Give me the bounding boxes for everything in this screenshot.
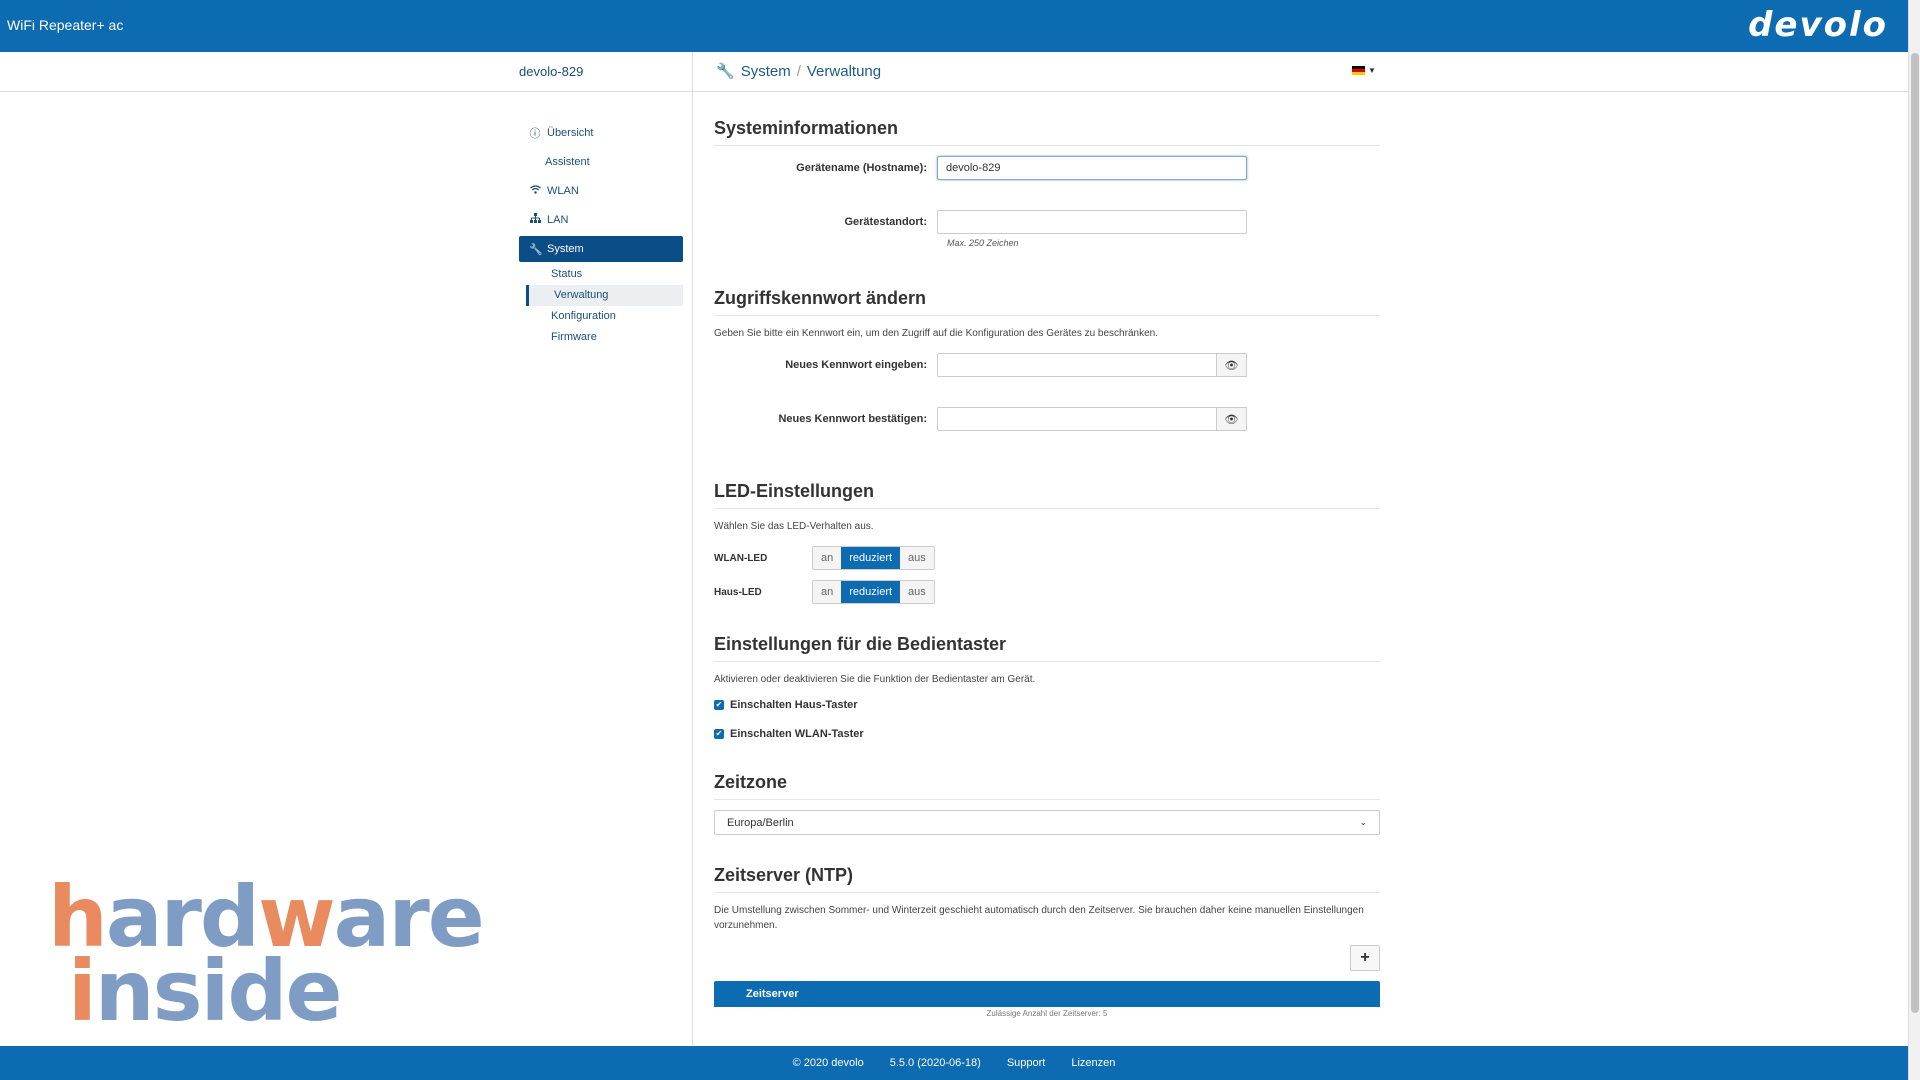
password-description: Geben Sie bitte ein Kennwort ein, um den… <box>714 328 1158 339</box>
devolo-logo[interactable]: devolo <box>1748 5 1888 45</box>
haus-led-label: Haus-LED <box>714 586 762 598</box>
sidebar-subitem-firmware[interactable]: Firmware <box>519 327 683 348</box>
sub-header: devolo-829 🔧 System / Verwaltung ▼ <box>0 52 1908 92</box>
sidebar: ⓘ Übersicht Assistent WLAN LAN 🔧 System … <box>519 118 683 348</box>
sidebar-item-label: System <box>547 243 584 255</box>
footer-licenses-link[interactable]: Lizenzen <box>1071 1057 1115 1069</box>
sidebar-item-assistent[interactable]: Assistent <box>519 147 683 176</box>
sidebar-item-wlan[interactable]: WLAN <box>519 176 683 205</box>
app-title: WiFi Repeater+ ac <box>7 17 124 33</box>
sidebar-divider <box>692 52 693 1046</box>
buttons-title: Einstellungen für die Bedientaster <box>714 634 1380 662</box>
breadcrumb-page: Verwaltung <box>806 62 882 80</box>
led-option-an[interactable]: an <box>813 581 842 603</box>
location-row: Gerätestandort: <box>714 210 1380 234</box>
haus-taster-checkbox[interactable]: ✔ <box>714 700 724 710</box>
location-input[interactable] <box>937 210 1247 234</box>
eye-icon[interactable]: 👁 <box>1217 407 1247 431</box>
wifi-icon <box>529 184 541 197</box>
haus-led-toggle: an reduziert aus <box>812 580 935 604</box>
scrollbar-thumb[interactable] <box>1911 53 1919 1013</box>
new-password-label: Neues Kennwort eingeben: <box>785 359 927 371</box>
timeserver-table-note: Zulässige Anzahl der Zeitserver: 5 <box>986 1009 1108 1018</box>
footer-version: 5.5.0 (2020-06-18) <box>889 1057 981 1069</box>
sidebar-item-label: LAN <box>547 213 569 226</box>
wlan-taster-label: Einschalten WLAN-Taster <box>730 728 864 740</box>
footer-support-link[interactable]: Support <box>1007 1057 1046 1069</box>
sidebar-subitem-status[interactable]: Status <box>519 264 683 285</box>
hostname-input[interactable] <box>937 156 1247 180</box>
sidebar-item-system[interactable]: 🔧 System <box>519 236 683 262</box>
led-option-reduziert[interactable]: reduziert <box>841 547 901 569</box>
device-name: devolo-829 <box>519 64 584 79</box>
main-content: Systeminformationen Gerätename (Hostname… <box>714 92 1380 1021</box>
buttons-description: Aktivieren oder deaktivieren Sie die Fun… <box>714 674 1036 685</box>
footer: © 2020 devolo 5.5.0 (2020-06-18) Support… <box>0 1046 1908 1080</box>
timezone-select[interactable]: Europa/Berlin ⌄ <box>714 810 1380 835</box>
confirm-password-row: Neues Kennwort bestätigen: 👁 <box>714 407 1380 431</box>
hostname-row: Gerätename (Hostname): <box>714 156 1380 180</box>
timeserver-table-header: Zeitserver <box>714 981 1380 1007</box>
haus-led-row: Haus-LED an reduziert aus <box>714 580 1380 604</box>
ntp-description: Die Umstellung zwischen Sommer- und Wint… <box>714 905 1364 931</box>
watermark-logo: hardware inside <box>48 868 485 1040</box>
sidebar-item-label: WLAN <box>547 184 579 197</box>
wlan-taster-checkbox-row: ✔ Einschalten WLAN-Taster <box>714 728 1380 740</box>
chevron-down-icon: ⌄ <box>1359 817 1367 827</box>
add-timeserver-button[interactable]: + <box>1350 945 1380 971</box>
confirm-password-input[interactable] <box>937 407 1217 431</box>
ntp-title: Zeitserver (NTP) <box>714 865 1380 893</box>
wrench-icon: 🔧 <box>716 63 735 80</box>
breadcrumb-section[interactable]: System <box>741 63 791 80</box>
breadcrumb-separator: / <box>796 62 801 80</box>
new-password-row: Neues Kennwort eingeben: 👁 <box>714 353 1380 377</box>
led-option-an[interactable]: an <box>813 547 842 569</box>
sidebar-item-uebersicht[interactable]: ⓘ Übersicht <box>519 118 683 147</box>
timezone-title: Zeitzone <box>714 772 1380 800</box>
wlan-taster-checkbox[interactable]: ✔ <box>714 729 724 739</box>
svg-text:inside: inside <box>68 942 341 1030</box>
eye-icon[interactable]: 👁 <box>1217 353 1247 377</box>
sidebar-subitem-konfiguration[interactable]: Konfiguration <box>519 306 683 327</box>
sidebar-item-lan[interactable]: LAN <box>519 205 683 234</box>
top-bar: WiFi Repeater+ ac devolo <box>0 0 1908 52</box>
wrench-icon: 🔧 <box>529 243 543 256</box>
new-password-input[interactable] <box>937 353 1217 377</box>
german-flag-icon <box>1352 66 1365 75</box>
sidebar-item-label: Assistent <box>545 155 590 168</box>
breadcrumb: 🔧 System / Verwaltung <box>716 62 882 81</box>
led-option-aus[interactable]: aus <box>900 547 934 569</box>
hostname-label: Gerätename (Hostname): <box>796 162 927 174</box>
led-option-aus[interactable]: aus <box>900 581 934 603</box>
network-icon <box>529 213 541 226</box>
sidebar-item-label: Übersicht <box>547 126 594 139</box>
timezone-value: Europa/Berlin <box>727 816 794 829</box>
language-selector[interactable]: ▼ <box>1352 66 1376 75</box>
location-label: Gerätestandort: <box>844 216 927 228</box>
led-option-reduziert[interactable]: reduziert <box>841 581 901 603</box>
footer-copyright: © 2020 devolo <box>792 1057 864 1069</box>
wlan-led-label: WLAN-LED <box>714 552 768 564</box>
sysinfo-title: Systeminformationen <box>714 118 1380 146</box>
wlan-led-toggle: an reduziert aus <box>812 546 935 570</box>
hardware-inside-watermark: hardware inside <box>48 868 548 1040</box>
chevron-down-icon: ▼ <box>1368 66 1376 75</box>
scrollbar[interactable] <box>1908 0 1920 1080</box>
led-description: Wählen Sie das LED-Verhalten aus. <box>714 521 874 532</box>
password-title: Zugriffskennwort ändern <box>714 288 1380 316</box>
haus-taster-label: Einschalten Haus-Taster <box>730 699 858 711</box>
wlan-led-row: WLAN-LED an reduziert aus <box>714 546 1380 570</box>
sidebar-subitem-verwaltung[interactable]: Verwaltung <box>526 285 683 306</box>
haus-taster-checkbox-row: ✔ Einschalten Haus-Taster <box>714 699 1380 711</box>
location-hint: Max. 250 Zeichen <box>947 238 1019 248</box>
confirm-password-label: Neues Kennwort bestätigen: <box>778 413 927 425</box>
info-icon: ⓘ <box>529 127 541 140</box>
led-title: LED-Einstellungen <box>714 481 1380 509</box>
